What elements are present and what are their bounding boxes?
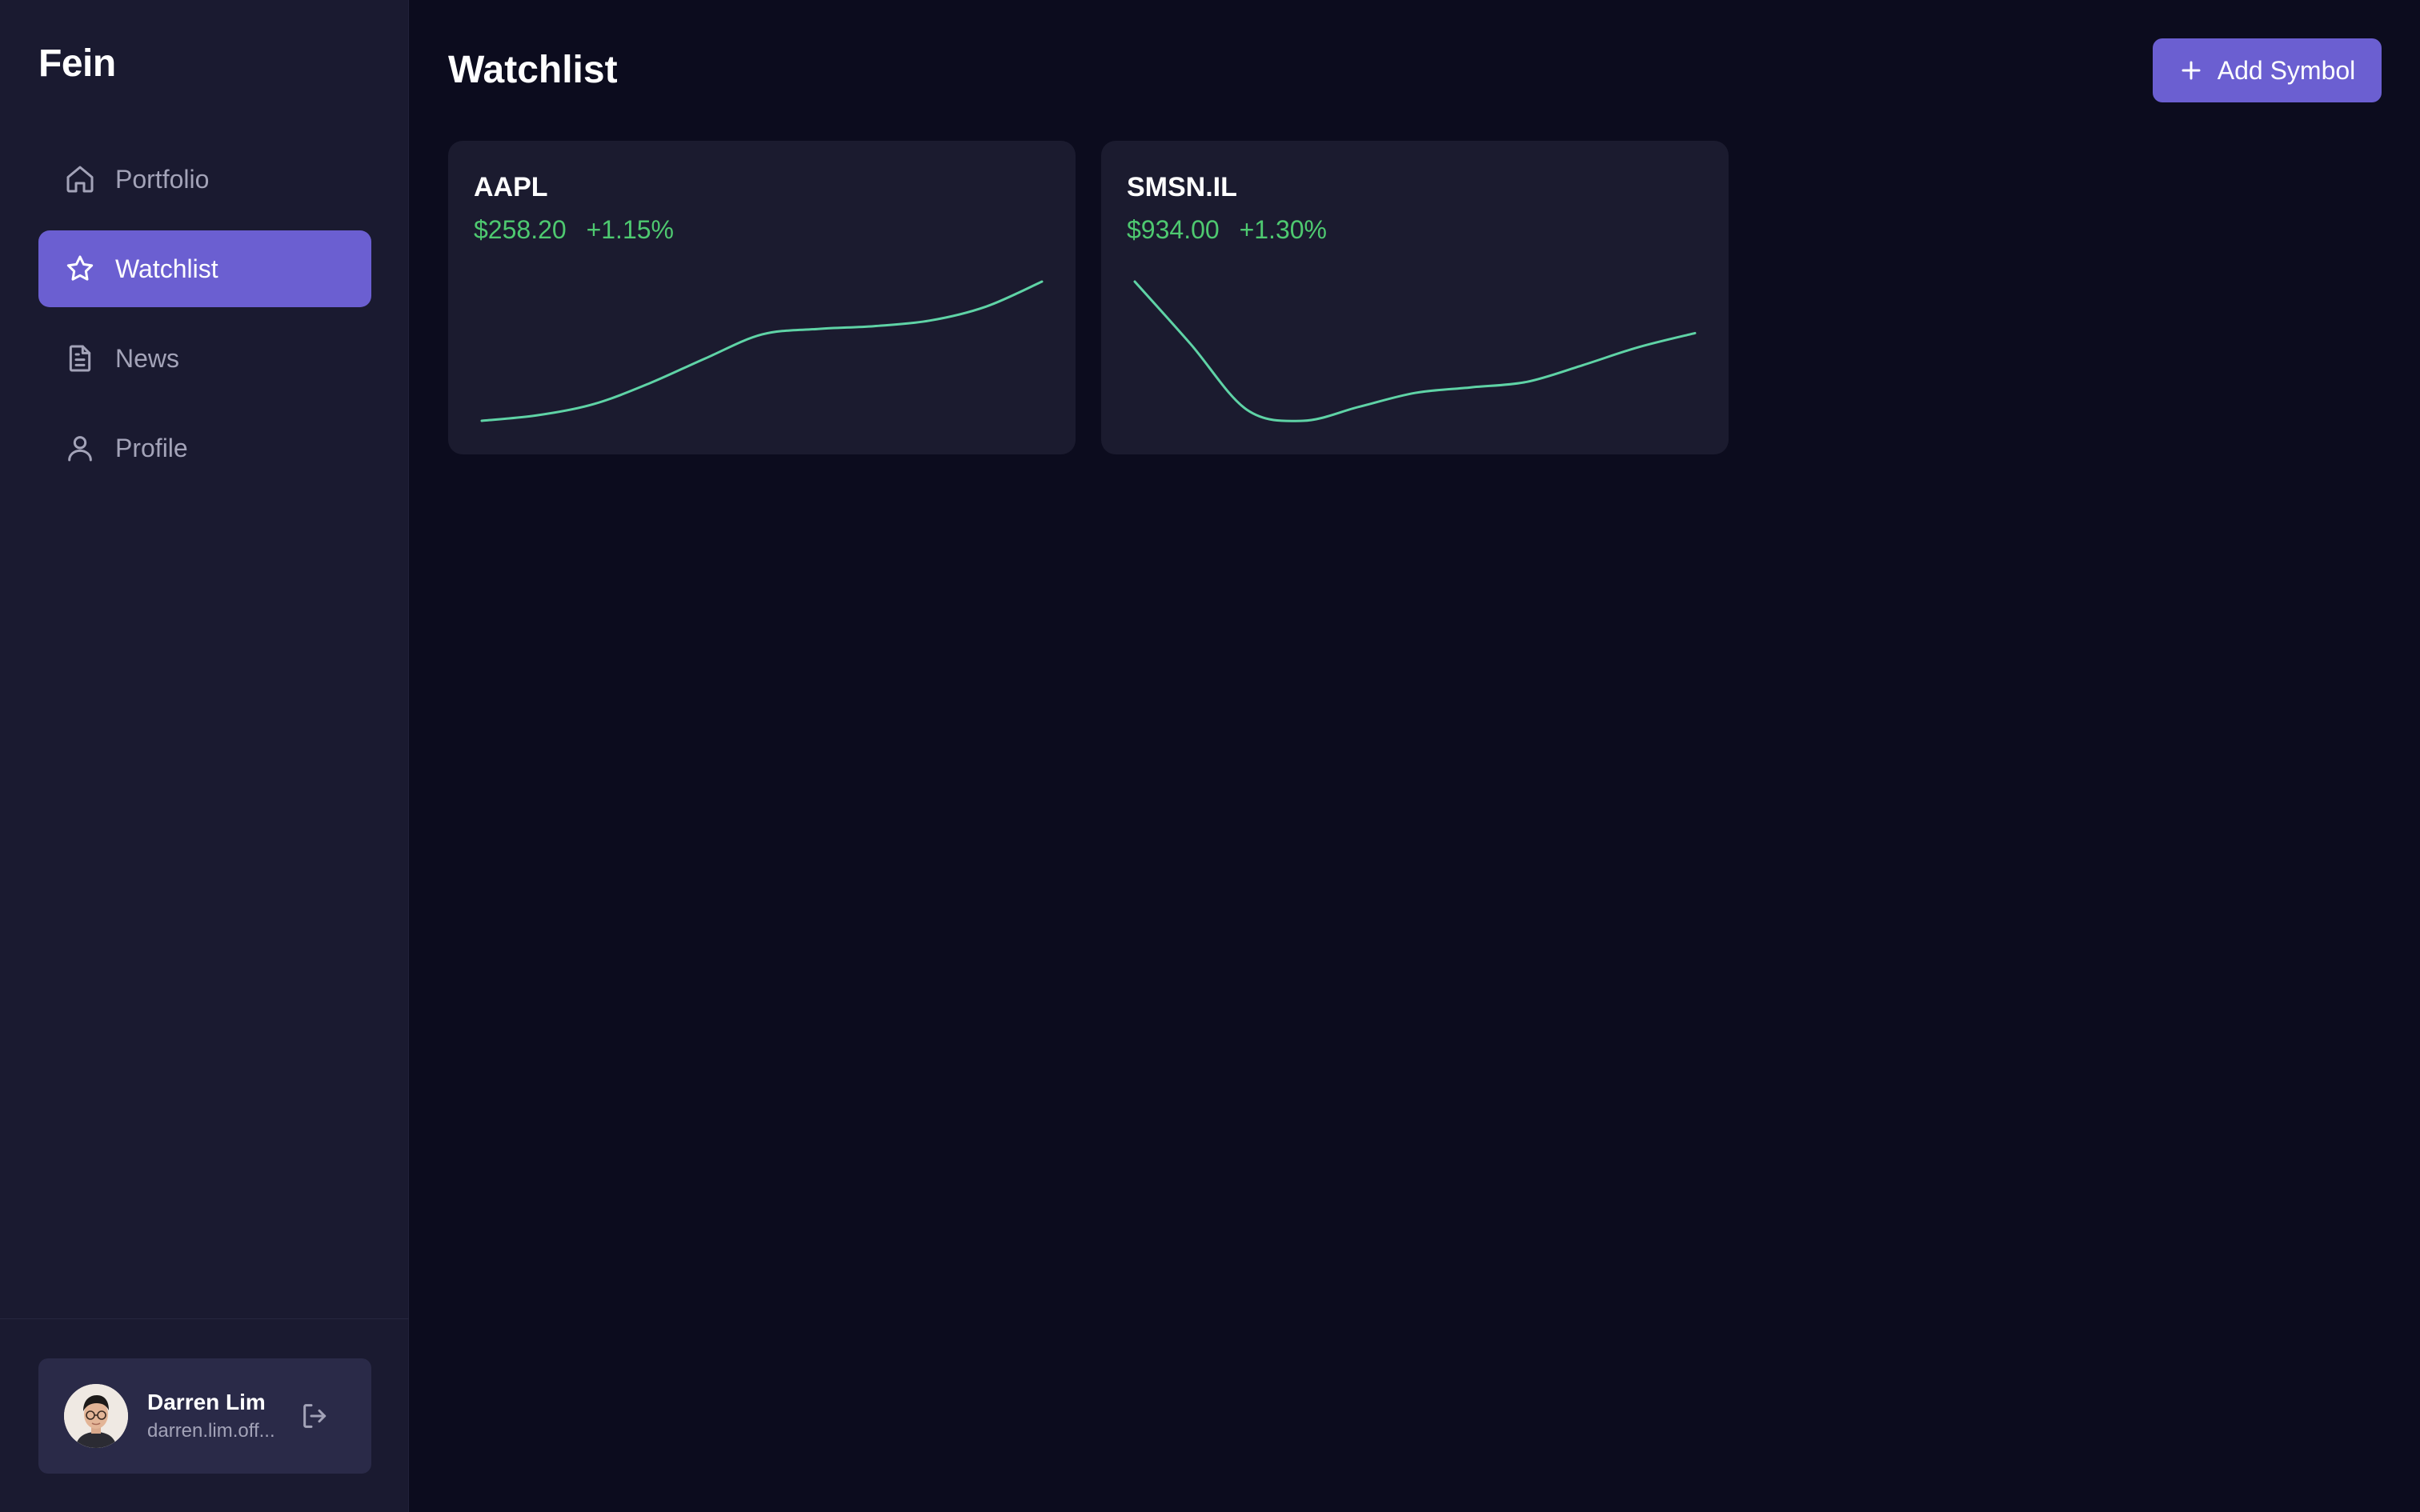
quote-line: $934.00 +1.30%	[1127, 214, 1327, 245]
user-email: darren.lim.off...	[147, 1420, 275, 1442]
user-name: Darren Lim	[147, 1390, 266, 1414]
sidebar-item-news[interactable]: News	[38, 320, 371, 397]
page-title: Watchlist	[448, 49, 618, 91]
quote-line: $258.20 +1.15%	[474, 214, 674, 245]
star-icon	[64, 253, 96, 285]
symbol-ticker: AAPL	[474, 172, 548, 202]
sidebar-item-portfolio[interactable]: Portfolio	[38, 141, 371, 218]
sparkline-path	[480, 280, 1044, 422]
price-value: $934.00	[1127, 215, 1220, 244]
sidebar-item-label: Profile	[115, 433, 188, 462]
change-percent: +1.15%	[586, 215, 674, 244]
sidebar-item-profile[interactable]: Profile	[38, 410, 371, 486]
logout-icon[interactable]	[299, 1400, 331, 1432]
add-symbol-label: Add Symbol	[2217, 55, 2356, 85]
home-icon	[64, 163, 96, 195]
plus-icon	[2179, 58, 2203, 82]
document-icon	[64, 342, 96, 374]
sidebar-item-label: Portfolio	[115, 164, 210, 194]
sidebar-item-label: Watchlist	[115, 254, 218, 283]
change-percent: +1.30%	[1239, 215, 1327, 244]
sidebar: Fein Portfolio Watchlist News Profile Da…	[0, 0, 409, 1512]
add-symbol-button[interactable]: Add Symbol	[2153, 38, 2382, 102]
sidebar-item-label: News	[115, 343, 180, 373]
watchlist-card-smsn[interactable]: SMSN.IL $934.00 +1.30%	[1101, 141, 1729, 454]
app-window: Fein Portfolio Watchlist News Profile Da…	[0, 0, 2420, 1512]
divider	[0, 1318, 409, 1319]
price-value: $258.20	[474, 215, 567, 244]
user-card: Darren Lim darren.lim.off...	[38, 1358, 371, 1474]
avatar[interactable]	[64, 1384, 128, 1448]
sparkline-path	[1133, 280, 1697, 422]
user-icon	[64, 432, 96, 464]
symbol-ticker: SMSN.IL	[1127, 172, 1237, 202]
sidebar-item-watchlist[interactable]: Watchlist	[38, 230, 371, 307]
sidebar-nav: Portfolio Watchlist News Profile	[38, 141, 371, 499]
brand-logo[interactable]: Fein	[38, 42, 116, 86]
watchlist-card-aapl[interactable]: AAPL $258.20 +1.15%	[448, 141, 1076, 454]
